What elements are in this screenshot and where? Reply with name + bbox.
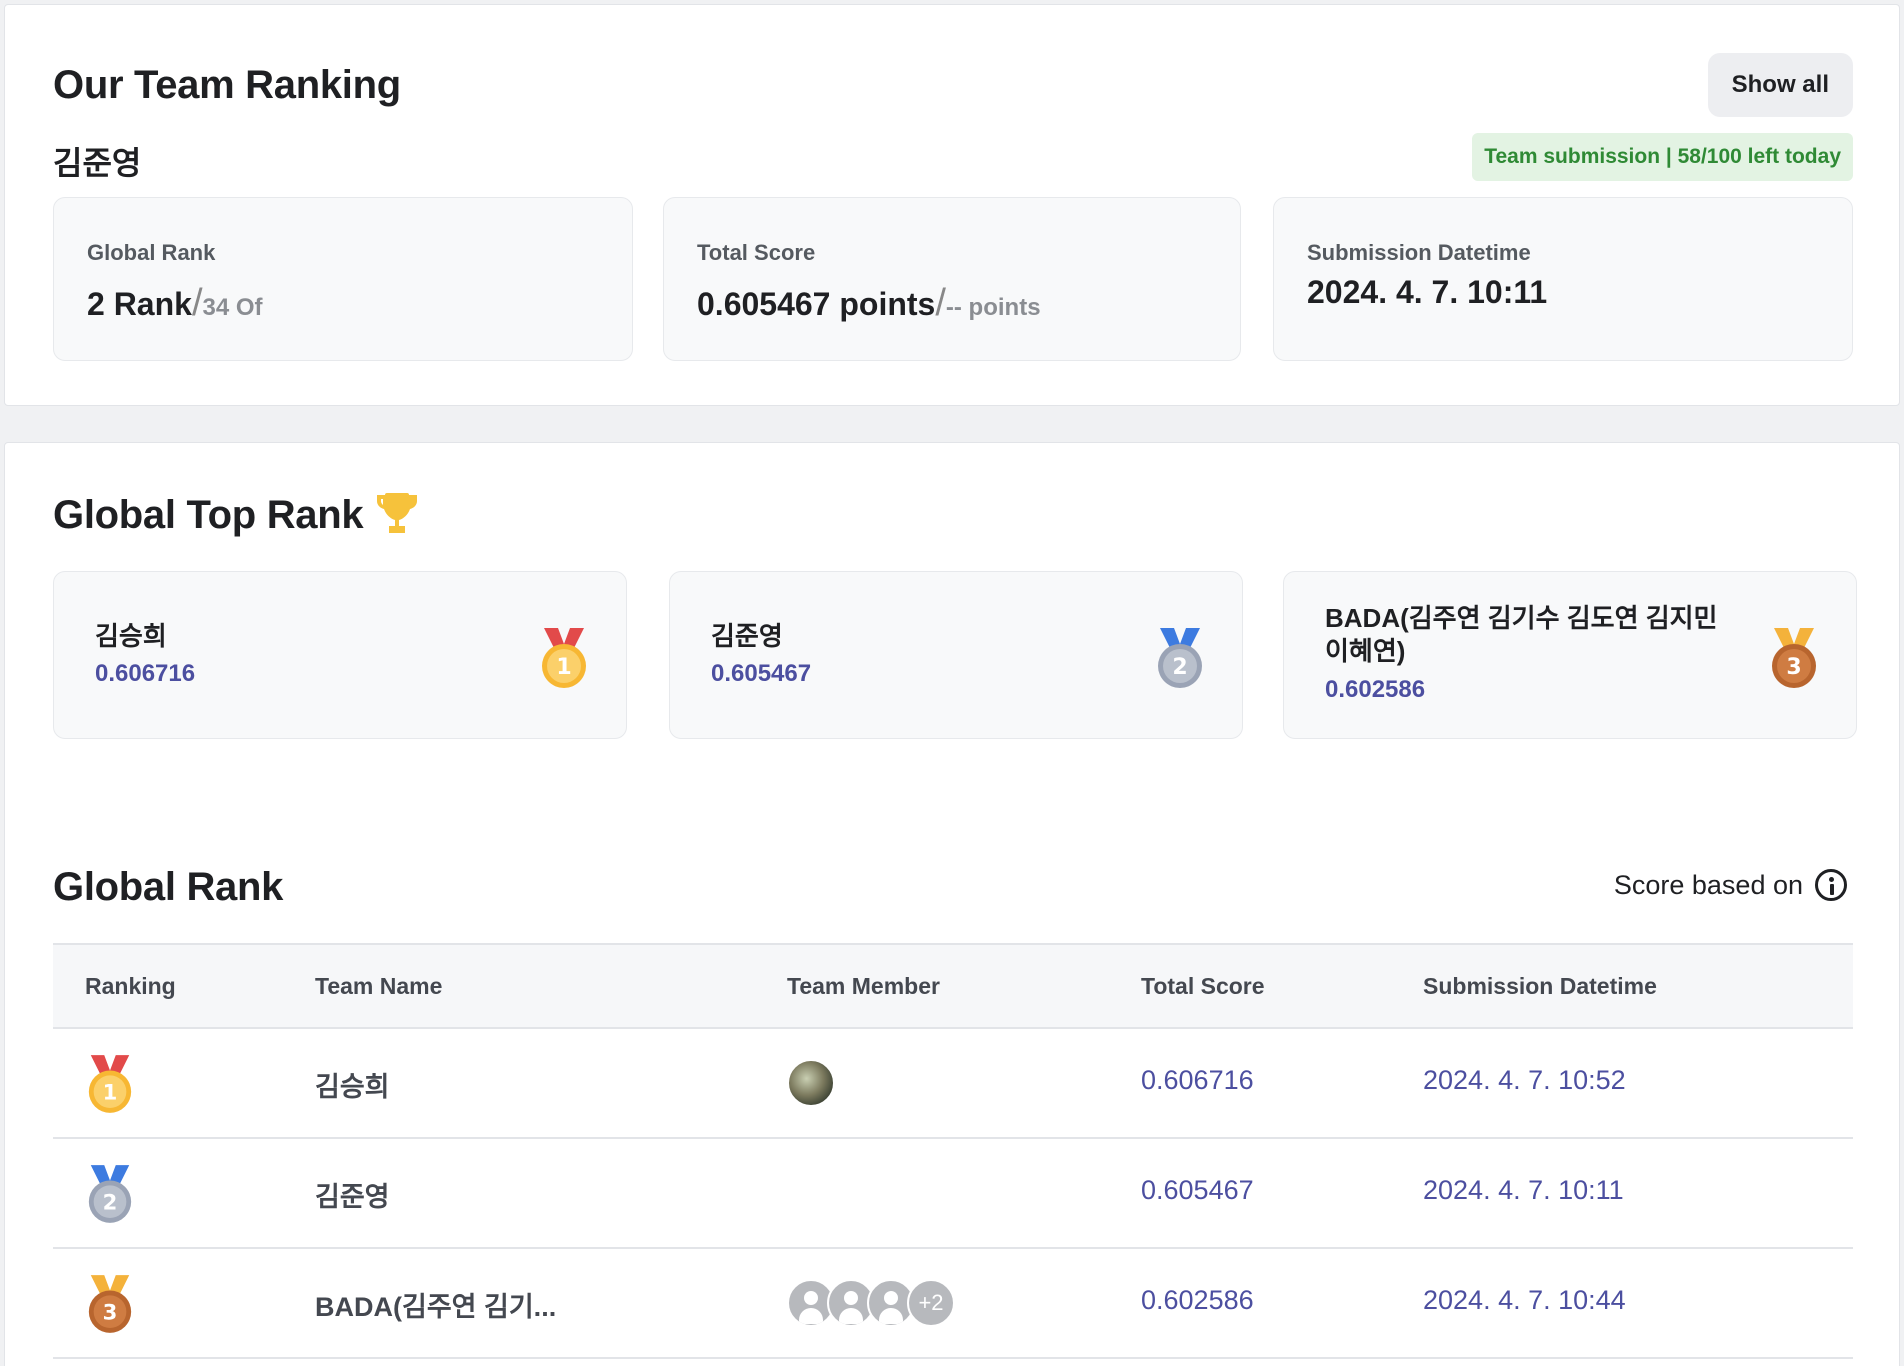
bronze-medal-icon: 3 [88,1275,132,1333]
team-name-cell[interactable]: BADA(김주연 김기... [315,1285,556,1324]
top-rank-name: 김준영 [711,621,783,651]
silver-medal-icon: 2 [1158,628,1202,688]
score-cell: 0.602586 [1141,1285,1254,1315]
total-score-value: 0.605467 points/-- points [697,282,1041,325]
total-score-card: Total Score 0.605467 points/-- points [663,197,1241,361]
global-rank-title: Global Rank [53,865,284,909]
show-all-button[interactable]: Show all [1707,53,1853,117]
medal-number: 2 [103,1189,118,1214]
gold-medal-icon: 1 [88,1055,132,1113]
team-name-cell[interactable]: 김승희 [315,1065,390,1104]
score-number: 0.605467 points [697,286,936,322]
table-row[interactable]: 2 김준영 0.605467 2024. 4. 7. 10:11 [53,1139,1853,1249]
medal-number: 3 [103,1299,118,1324]
col-team-member: Team Member [787,973,940,999]
global-rank-label: Global Rank [87,240,216,265]
gold-medal-icon: 1 [542,628,586,688]
silver-medal-icon: 2 [88,1165,132,1223]
medal-number: 1 [556,655,571,680]
info-icon[interactable] [1815,869,1847,901]
global-rank-value: 2 Rank/34 Of [87,282,263,325]
top-rank-name: BADA(김주연 김기수 김도연 김지민 이혜연) [1325,603,1718,666]
top-rank-score: 0.602586 [1325,676,1426,703]
table-row[interactable]: 1 김승희 0.606716 2024. 4. 7. 10:52 [53,1029,1853,1139]
score-cell: 0.606716 [1141,1065,1254,1095]
submission-datetime-card: Submission Datetime 2024. 4. 7. 10:11 [1273,197,1853,361]
col-submission-datetime: Submission Datetime [1423,973,1657,999]
score-max: -- points [945,294,1041,321]
date-cell: 2024. 4. 7. 10:52 [1423,1065,1626,1095]
rank-separator: / [191,282,203,324]
rank-number: 2 Rank [87,286,192,322]
medal-number: 1 [103,1079,118,1104]
global-ranking-panel: Global Top Rank 김승희 0.606716 1 김준영 0.605… [4,442,1900,1366]
col-total-score: Total Score [1141,973,1265,999]
date-cell: 2024. 4. 7. 10:44 [1423,1285,1626,1315]
submission-badge: Team submission | 58/100 left today [1472,133,1853,181]
bronze-medal-icon: 3 [1772,628,1816,688]
global-top-rank-title: Global Top Rank [53,493,364,537]
trophy-icon [377,493,417,533]
score-based-label: Score based on [1613,869,1803,900]
table-header: Ranking Team Name Team Member Total Scor… [53,943,1853,1029]
score-based-on[interactable]: Score based on [1614,869,1847,901]
submission-datetime-value: 2024. 4. 7. 10:11 [1307,274,1548,310]
total-score-label: Total Score [697,240,816,265]
team-name: 김준영 [53,145,142,181]
more-members-badge[interactable]: +2 [907,1279,955,1327]
col-ranking: Ranking [85,973,176,999]
score-separator: / [935,282,946,324]
rank-total: 34 Of [202,294,263,321]
date-cell: 2024. 4. 7. 10:11 [1423,1175,1624,1205]
table-row[interactable]: 3 BADA(김주연 김기... +2 0.602586 2024. 4. 7.… [53,1249,1853,1359]
top-rank-card-2[interactable]: 김준영 0.605467 2 [669,571,1243,739]
col-team-name: Team Name [315,973,443,999]
top-rank-name: 김승희 [95,621,167,651]
team-ranking-title: Our Team Ranking [53,63,401,107]
member-avatar-photo[interactable] [787,1059,835,1107]
submission-datetime-label: Submission Datetime [1307,240,1531,265]
medal-number: 2 [1172,655,1187,680]
top-rank-score: 0.606716 [95,660,196,687]
global-rank-card: Global Rank 2 Rank/34 Of [53,197,633,361]
top-rank-card-1[interactable]: 김승희 0.606716 1 [53,571,627,739]
team-ranking-panel: Our Team Ranking 김준영 Show all Team submi… [4,4,1900,406]
top-rank-score: 0.605467 [711,660,812,687]
medal-number: 3 [1786,655,1801,680]
score-cell: 0.605467 [1141,1175,1254,1205]
top-rank-card-3[interactable]: BADA(김주연 김기수 김도연 김지민 이혜연) 0.602586 3 [1283,571,1857,739]
team-name-cell[interactable]: 김준영 [315,1175,390,1214]
